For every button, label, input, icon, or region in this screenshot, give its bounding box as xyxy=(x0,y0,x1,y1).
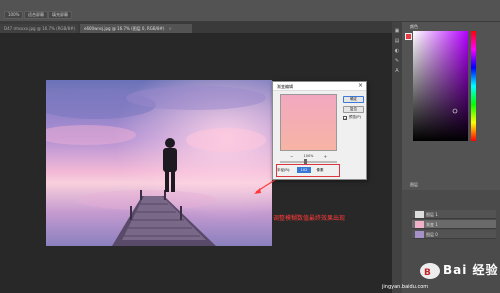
layer-row[interactable]: 图层 1 xyxy=(412,210,496,219)
dialog-preview[interactable] xyxy=(280,94,337,151)
fit-screen-button[interactable]: 适合屏幕 xyxy=(24,11,48,19)
close-icon[interactable]: × xyxy=(357,83,364,90)
zoom-out-icon[interactable]: − xyxy=(290,154,293,159)
character-icon[interactable]: A xyxy=(394,68,400,74)
tab-layers[interactable]: 图层 xyxy=(410,182,418,188)
value-label: 半径(R): xyxy=(277,168,291,172)
ok-button[interactable]: 确定 xyxy=(343,96,364,103)
annotation-text: 调整模糊数值最终效果出现 xyxy=(273,215,346,222)
history-icon[interactable]: ▣ xyxy=(394,28,400,34)
zoom-value[interactable]: 100% xyxy=(4,11,24,19)
watermark-url: jingyan.baidu.com xyxy=(382,284,429,290)
layer-thumbnail xyxy=(415,231,424,238)
document-tabs: D47 rmsxxx.jpg @ 16.7% (RGB/8#)× e600wns… xyxy=(0,22,392,33)
dialog-title: 渐变编辑 xyxy=(273,82,366,91)
color-picker-field[interactable] xyxy=(413,31,468,141)
layer-row[interactable]: 渐变 1 xyxy=(412,220,496,229)
zoom-row: − 100% + xyxy=(280,154,337,159)
adjustments-icon[interactable]: ◐ xyxy=(394,48,400,54)
close-icon[interactable]: × xyxy=(168,26,171,31)
watermark-brand: Bai 经验 xyxy=(443,263,499,277)
tab-document-1[interactable]: D47 rmsxxx.jpg @ 16.7% (RGB/8#)× xyxy=(0,24,78,33)
panel-icon-strip: ▣ ▤ ◐ ✎ A xyxy=(392,22,402,293)
reset-button[interactable]: 复位 xyxy=(343,106,364,113)
layer-name: 渐变 1 xyxy=(426,222,438,227)
preview-checkbox[interactable]: ✓ xyxy=(343,116,347,121)
zoom-text: 100% xyxy=(303,154,314,158)
hue-slider[interactable] xyxy=(471,31,476,141)
tab-color[interactable]: 颜色 xyxy=(410,24,418,30)
layer-row[interactable]: 图层 0 xyxy=(412,230,496,239)
layer-name: 图层 1 xyxy=(426,212,438,217)
tab-label: e600wnsj.jpg @ 16.7% (图层 0, RGB/8#) xyxy=(84,26,165,31)
layer-name: 图层 0 xyxy=(426,232,438,237)
brush-icon[interactable]: ✎ xyxy=(394,58,400,64)
layer-thumbnail xyxy=(415,211,424,218)
value-slider[interactable] xyxy=(280,159,337,164)
svg-text:B: B xyxy=(424,268,431,278)
dialog-title-text: 渐变编辑 xyxy=(277,84,293,89)
blur-dialog: 渐变编辑 × 确定 复位 ✓ 预览(P) − 100% + 半径(R): 102… xyxy=(272,81,367,180)
value-unit: 像素 xyxy=(316,168,324,172)
fill-screen-button[interactable]: 填充屏幕 xyxy=(48,11,72,19)
menu-bar xyxy=(0,0,500,8)
document-canvas-image[interactable] xyxy=(46,80,272,246)
value-input[interactable]: 102 xyxy=(297,167,311,173)
tab-document-2[interactable]: e600wnsj.jpg @ 16.7% (图层 0, RGB/8#) × xyxy=(80,24,192,33)
tab-label: D47 rmsxxx.jpg @ 16.7% (RGB/8#) xyxy=(4,26,76,31)
layer-thumbnail xyxy=(415,221,424,228)
zoom-in-icon[interactable]: + xyxy=(324,154,327,159)
properties-icon[interactable]: ▤ xyxy=(394,38,400,44)
options-bar: 100% 适合屏幕 填充屏幕 xyxy=(0,8,500,22)
foreground-color-swatch[interactable] xyxy=(405,33,412,40)
preview-checkbox-label: 预览(P) xyxy=(349,115,361,119)
photo-image xyxy=(46,80,272,246)
